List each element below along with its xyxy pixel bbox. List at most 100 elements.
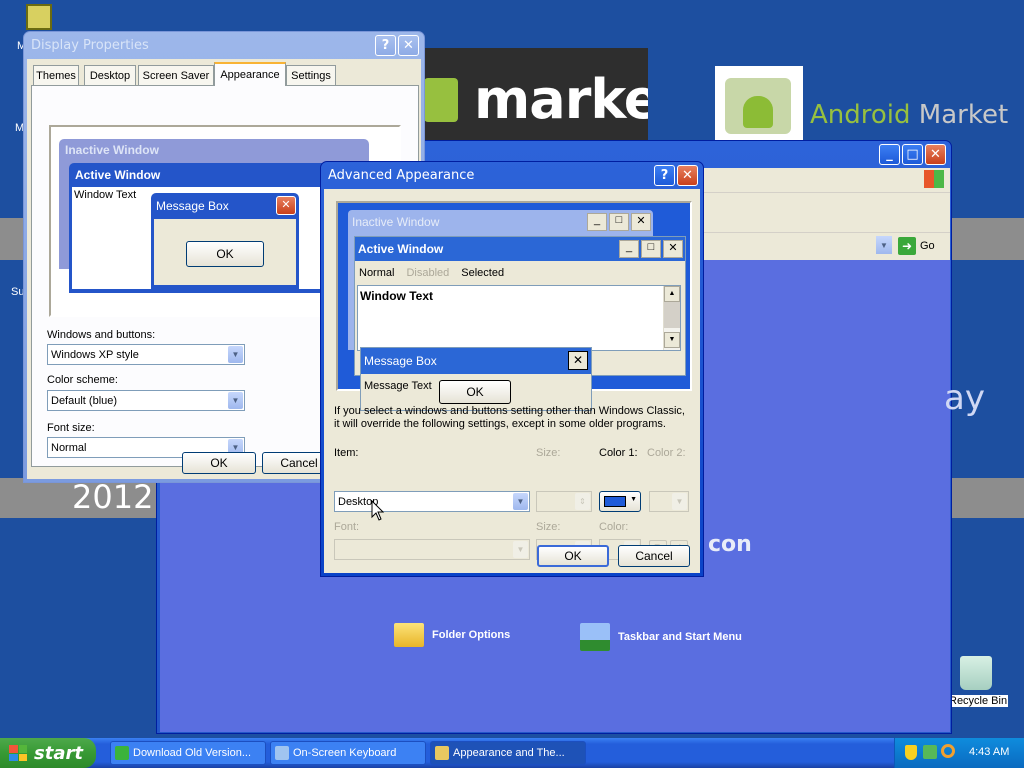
display-properties-ok-button[interactable]: OK (182, 452, 256, 474)
tab-screen-saver[interactable]: Screen Saver (138, 65, 214, 85)
help-icon[interactable]: ? (375, 35, 396, 56)
market-bag-icon (424, 78, 458, 122)
android-word: Android (810, 100, 911, 130)
font-color-label: Color: (599, 521, 629, 533)
adv-message-close-icon: ✕ (568, 351, 588, 370)
desktop-year: 2012 (72, 478, 154, 516)
appearance-icon (435, 746, 449, 760)
preview-message-close-icon: ✕ (276, 196, 296, 215)
display-properties-titlebar: Display Properties ? ✕ (27, 32, 421, 59)
folder-options-icon (394, 623, 424, 647)
advanced-cancel-button[interactable]: Cancel (618, 545, 690, 567)
scroll-up-icon: ▲ (664, 286, 680, 302)
font-label: Font: (334, 521, 360, 533)
font-size-label: Font size: (47, 422, 95, 434)
maximize-icon[interactable]: □ (902, 144, 923, 165)
chevron-down-icon: ▼ (228, 346, 243, 363)
help-icon[interactable]: ? (654, 165, 675, 186)
folder-options-task[interactable]: Folder Options (394, 623, 510, 647)
info-line-1: If you select a windows and buttons sett… (334, 405, 685, 417)
tab-themes[interactable]: Themes (33, 65, 79, 85)
adv-preview-window-text: Window Text (360, 289, 433, 303)
minimize-icon: _ (587, 213, 607, 231)
recycle-bin-label[interactable]: Recycle Bin (948, 695, 1009, 707)
taskbar-item-label: Appearance and The... (453, 747, 565, 759)
address-dropdown-icon[interactable]: ▼ (876, 236, 892, 254)
market-banner: market (424, 48, 648, 140)
font-select: ▼ (334, 539, 530, 560)
side-text-con: con (708, 532, 752, 557)
taskbar-item-keyboard[interactable]: On-Screen Keyboard (270, 741, 426, 765)
taskbar-startmenu-label: Taskbar and Start Menu (618, 631, 742, 643)
windows-flag-icon (924, 170, 944, 188)
mouse-cursor-icon (371, 500, 385, 521)
tab-appearance[interactable]: Appearance (214, 62, 286, 86)
chevron-down-icon: ▼ (672, 493, 687, 510)
close-icon[interactable]: ✕ (925, 144, 946, 165)
menu-selected: Selected (461, 267, 505, 279)
adv-message-box-window: Message Box ✕ Message Text OK (360, 347, 592, 411)
color-scheme-label: Color scheme: (47, 374, 118, 386)
adv-preview-scrollbar: ▲ ▼ (663, 286, 680, 350)
system-tray: 4:43 AM (894, 738, 1024, 768)
minimize-icon[interactable]: _ (879, 144, 900, 165)
android-robot-icon (743, 96, 773, 128)
go-button[interactable]: ➜ Go (898, 236, 944, 256)
chevron-down-icon: ▼ (228, 392, 243, 409)
tab-settings[interactable]: Settings (286, 65, 336, 85)
preview-inactive-title: Inactive Window (65, 143, 159, 157)
adv-preview-menu: Normal Disabled Selected (359, 267, 504, 279)
close-icon[interactable]: ✕ (398, 35, 419, 56)
tab-desktop[interactable]: Desktop (84, 65, 136, 85)
size-label: Size: (536, 447, 561, 459)
color-scheme-select[interactable]: Default (blue) ▼ (47, 390, 245, 411)
size-spinner: ⇕ (536, 491, 592, 512)
taskbar-item-download[interactable]: Download Old Version... (110, 741, 266, 765)
android-market-icon (715, 66, 803, 142)
preview-ok-button: OK (186, 241, 264, 267)
taskbar-startmenu-task[interactable]: Taskbar and Start Menu (580, 623, 742, 651)
close-icon: ✕ (663, 240, 683, 258)
keyboard-icon (275, 746, 289, 760)
folder-options-label: Folder Options (432, 629, 511, 641)
adv-inactive-buttons: _ □ ✕ (587, 213, 651, 231)
display-properties-title: Display Properties (31, 38, 149, 53)
chevron-down-icon: ▼ (630, 496, 637, 503)
adv-message-box-title: Message Box (364, 354, 437, 368)
go-label: Go (920, 240, 935, 252)
market-word: Market (910, 100, 1009, 130)
maximize-icon: □ (609, 213, 629, 231)
maximize-icon: □ (641, 240, 661, 258)
windows-buttons-value: Windows XP style (51, 348, 139, 361)
taskbar: start Download Old Version... On-Screen … (0, 738, 1024, 768)
security-shield-icon[interactable] (905, 745, 917, 760)
market-banner-text: market (474, 68, 648, 131)
info-line-2: it will override the following settings,… (334, 418, 666, 430)
font-size-label: Size: (536, 521, 561, 533)
spinner-icon: ⇕ (575, 493, 590, 510)
menu-normal: Normal (359, 267, 395, 279)
go-arrow-icon: ➜ (898, 237, 916, 255)
desktop-shortcut-icon[interactable] (26, 4, 52, 30)
adv-message-text: Message Text (364, 380, 432, 392)
adv-preview-ok-button: OK (439, 380, 511, 404)
close-icon[interactable]: ✕ (677, 165, 698, 186)
item-select[interactable]: Desktop ▼ (334, 491, 530, 512)
windows-buttons-label: Windows and buttons: (47, 329, 156, 341)
search-icon[interactable] (941, 744, 955, 758)
color2-label: Color 2: (647, 447, 686, 459)
item-label: Item: (334, 447, 359, 459)
windows-buttons-select[interactable]: Windows XP style ▼ (47, 344, 245, 365)
start-button[interactable]: start (0, 738, 96, 768)
clock[interactable]: 4:43 AM (969, 746, 1009, 758)
adv-preview-text-area: Window Text ▲ ▼ (357, 285, 681, 351)
advanced-ok-button[interactable]: OK (537, 545, 609, 567)
taskbar-item-appearance[interactable]: Appearance and The... (430, 741, 586, 765)
android-market-label: Android Market (810, 100, 1008, 130)
windows-logo-icon (9, 745, 27, 761)
start-label: start (34, 742, 83, 764)
recycle-bin-icon[interactable] (960, 656, 992, 690)
color1-picker[interactable]: ▼ (599, 491, 641, 512)
advanced-appearance-titlebar: Advanced Appearance ? ✕ (324, 162, 700, 189)
network-icon[interactable] (923, 745, 937, 759)
